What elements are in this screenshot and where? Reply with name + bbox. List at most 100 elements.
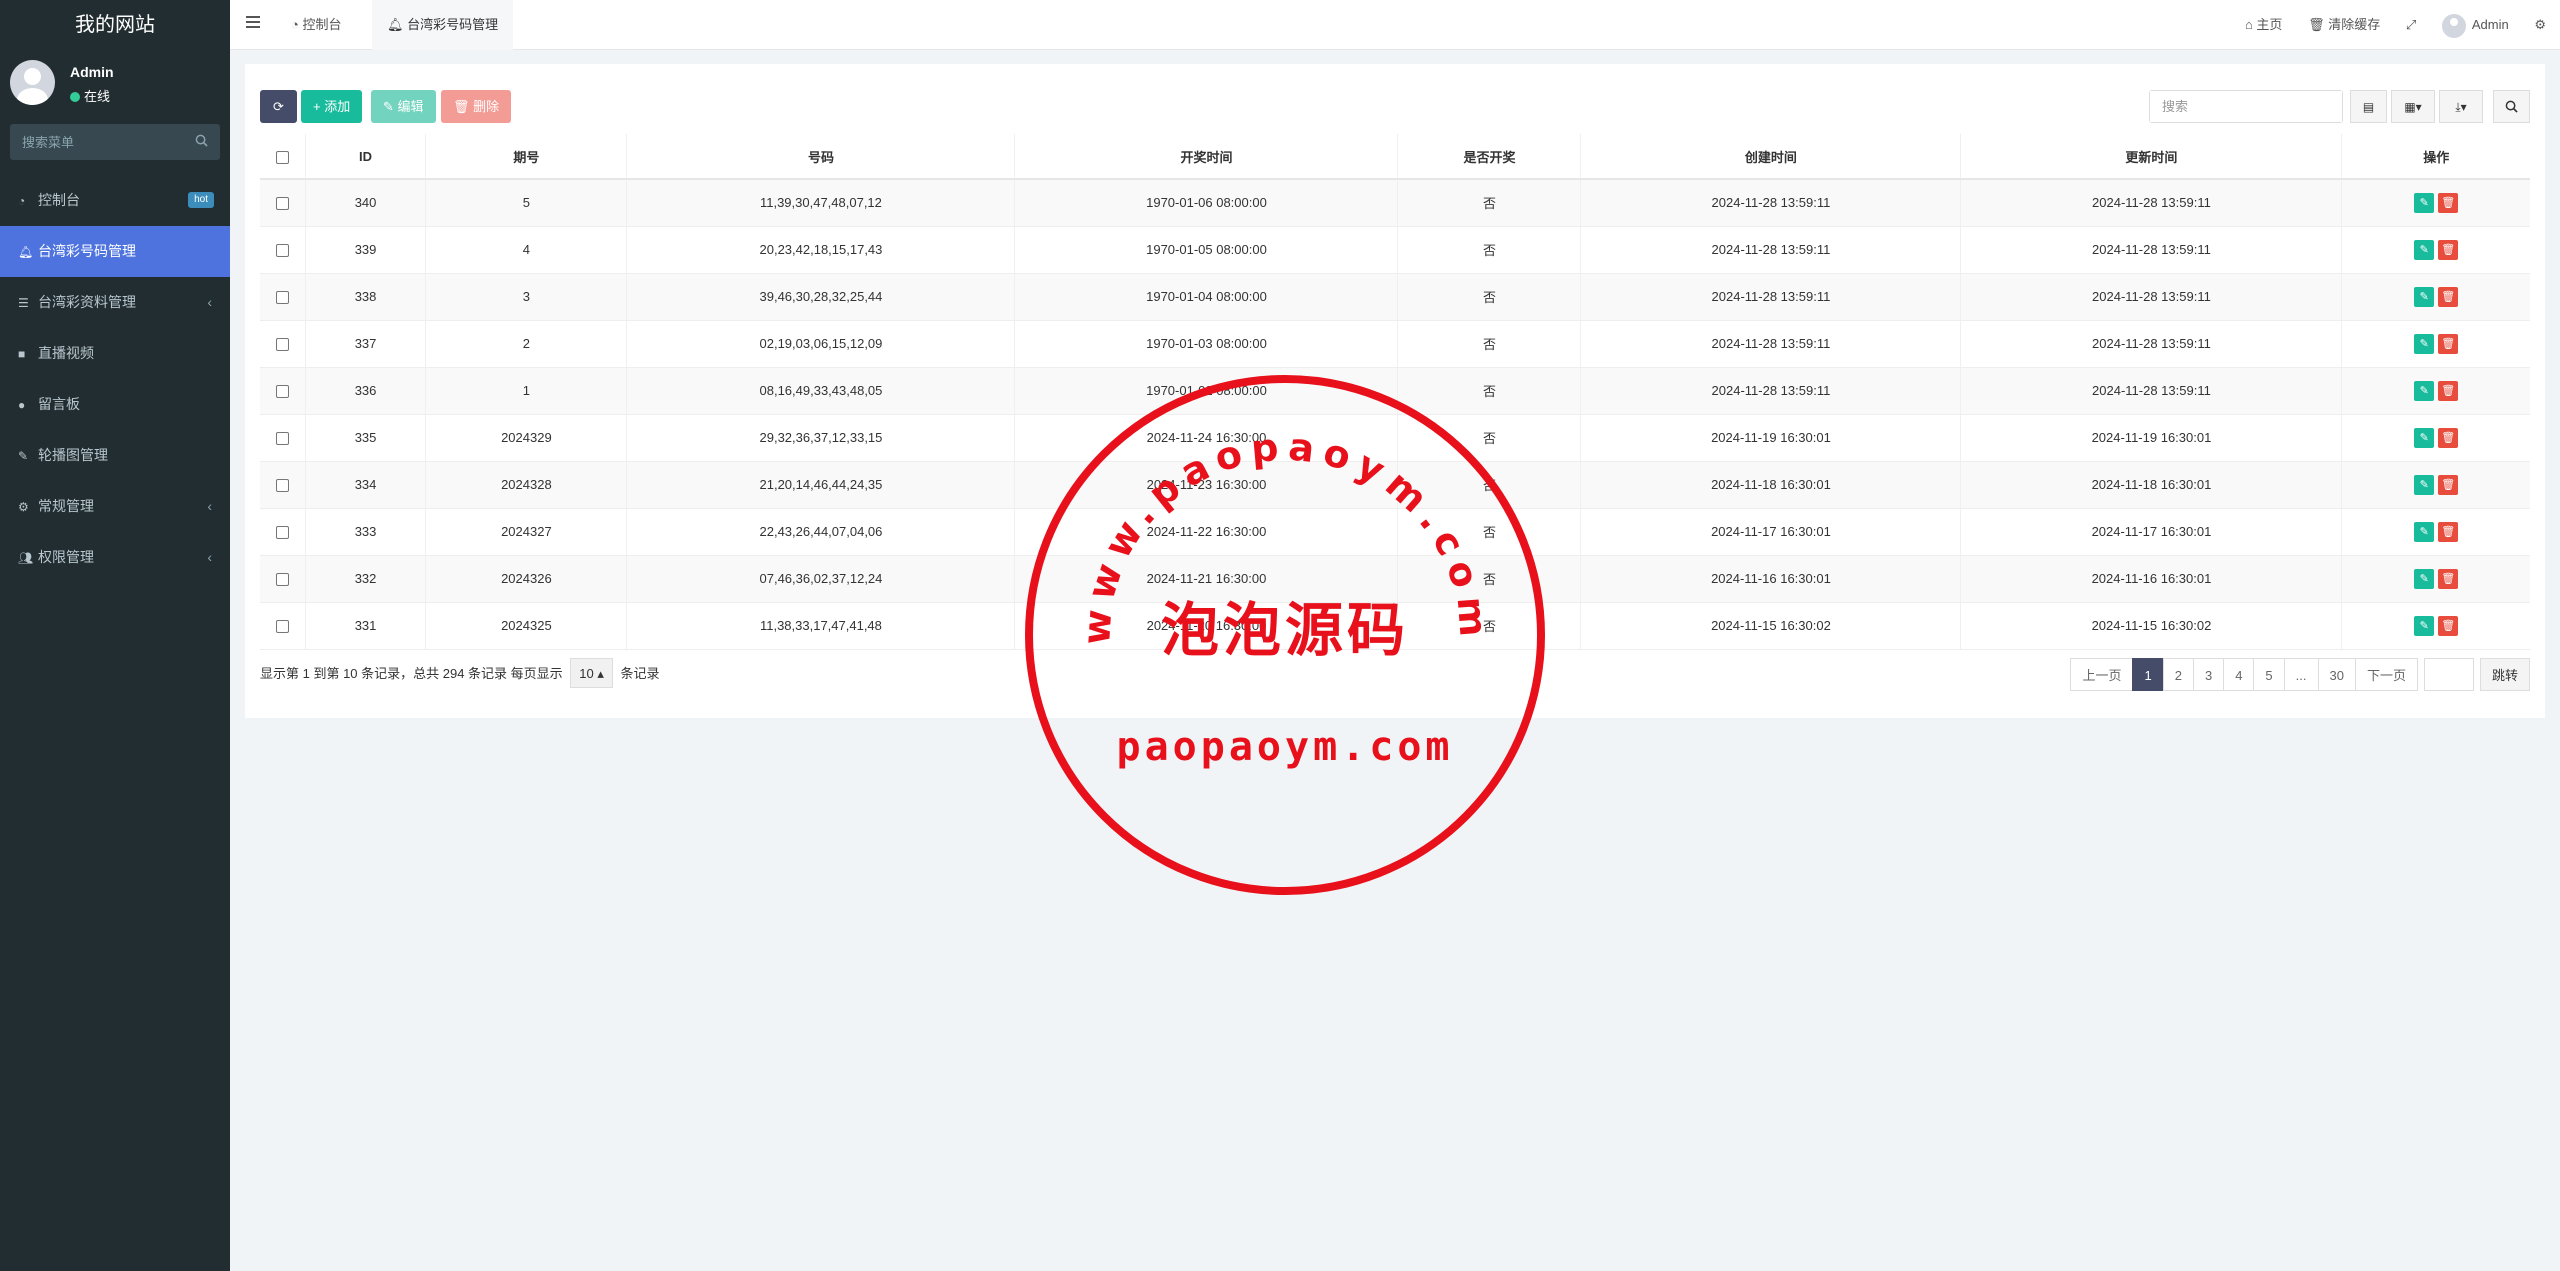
jump-page-input[interactable]: [2423, 658, 2474, 691]
row-edit-button[interactable]: ✎: [2414, 474, 2435, 495]
sidebar-item-lottery-numbers[interactable]: 🔔︎ 台湾彩号码管理: [0, 226, 230, 277]
page-button[interactable]: 30: [2317, 658, 2356, 691]
table-cell: 2024-11-28 13:59:11: [1580, 320, 1962, 368]
row-delete-button[interactable]: 🗑︎: [2438, 380, 2459, 401]
row-select-cell: [260, 555, 306, 603]
table-row[interactable]: 334 2024328 21,20,14,46,44,24,35 2024-11-23…: [260, 461, 2530, 509]
page-button[interactable]: 2: [2162, 658, 2194, 691]
row-delete-button[interactable]: 🗑︎: [2438, 568, 2459, 589]
topbar-right: ⌂ 主页 🗑︎ 清除缓存 ⤢ Admin ⚙: [2245, 0, 2560, 50]
delete-button[interactable]: 🗑︎ 删除: [441, 90, 512, 123]
row-delete-button[interactable]: 🗑︎: [2438, 239, 2459, 260]
sidebar-item-live-video[interactable]: ■ 直播视频: [0, 328, 230, 379]
menu-toggle-icon[interactable]: [246, 16, 260, 30]
column-header[interactable]: 号码: [626, 134, 1016, 180]
column-header[interactable]: ID: [305, 134, 427, 180]
row-delete-button[interactable]: 🗑︎: [2438, 286, 2459, 307]
column-header[interactable]: 开奖时间: [1014, 134, 1399, 180]
table-cell: 333: [305, 508, 427, 556]
table-row[interactable]: 335 2024329 29,32,36,37,12,33,15 2024-11-24…: [260, 414, 2530, 462]
table-cell: 2024-11-18 16:30:01: [1580, 461, 1962, 509]
site-title[interactable]: 我的网站: [0, 0, 230, 50]
table-row[interactable]: 332 2024326 07,46,36,02,37,12,24 2024-11-21…: [260, 555, 2530, 603]
fullscreen-icon[interactable]: ⤢: [2406, 0, 2416, 50]
row-delete-button[interactable]: 🗑︎: [2438, 192, 2459, 213]
row-checkbox[interactable]: [275, 291, 289, 305]
row-edit-button[interactable]: ✎: [2414, 286, 2435, 307]
row-edit-button[interactable]: ✎: [2414, 380, 2435, 401]
table-search-input[interactable]: [2150, 91, 2342, 122]
table-row[interactable]: 331 2024325 11,38,33,17,47,41,48 2024-11-20…: [260, 602, 2530, 650]
row-edit-button[interactable]: ✎: [2414, 239, 2435, 260]
row-delete-button[interactable]: 🗑︎: [2438, 427, 2459, 448]
row-edit-button[interactable]: ✎: [2414, 615, 2435, 636]
table-row[interactable]: 336 1 08,16,49,33,43,48,05 1970-01-02 08:00…: [260, 367, 2530, 415]
page-button[interactable]: 3: [2192, 658, 2225, 691]
sidebar-item-carousel[interactable]: ✎ 轮播图管理: [0, 430, 230, 481]
table-cell: 2024-11-15 16:30:02: [1580, 602, 1962, 650]
sidebar-item-general[interactable]: ⚙ 常规管理 ‹: [0, 481, 230, 532]
refresh-button[interactable]: ⟳: [260, 90, 297, 123]
sidebar-item-lottery-data[interactable]: ☰ 台湾彩资料管理 ‹: [0, 277, 230, 328]
sidebar-item-guestbook[interactable]: ● 留言板: [0, 379, 230, 430]
row-checkbox[interactable]: [275, 479, 289, 493]
page-button[interactable]: 1: [2132, 658, 2164, 691]
clear-cache-button[interactable]: 🗑︎ 清除缓存: [2308, 0, 2380, 50]
row-checkbox[interactable]: [275, 526, 289, 540]
row-delete-button[interactable]: 🗑︎: [2438, 474, 2459, 495]
settings-icon[interactable]: ⚙: [2534, 0, 2546, 50]
home-link[interactable]: ⌂ 主页: [2245, 0, 2282, 50]
jump-button[interactable]: 跳转: [2479, 658, 2530, 691]
column-header[interactable]: 创建时间: [1580, 134, 1962, 180]
next-page-button[interactable]: 下一页: [2354, 658, 2418, 691]
row-delete-button[interactable]: 🗑︎: [2438, 333, 2459, 354]
tab-lottery-numbers[interactable]: 🔔︎ 台湾彩号码管理: [372, 0, 514, 50]
table-row[interactable]: 337 2 02,19,03,06,15,12,09 1970-01-03 08:00…: [260, 320, 2530, 368]
menu-search-input[interactable]: [10, 124, 220, 160]
row-edit-button[interactable]: ✎: [2414, 333, 2435, 354]
table-row[interactable]: 339 4 20,23,42,18,15,17,43 1970-01-05 08:00…: [260, 226, 2530, 274]
select-all-checkbox[interactable]: [275, 150, 289, 164]
sidebar-item-dashboard[interactable]: ◔ 控制台 hot: [0, 175, 230, 226]
toggle-view-button[interactable]: ▤: [2350, 90, 2387, 123]
column-header[interactable]: 是否开奖: [1397, 134, 1582, 180]
export-button[interactable]: ⤓▾: [2439, 90, 2483, 123]
row-checkbox[interactable]: [275, 573, 289, 587]
grid-icon: ▦▾: [2404, 100, 2422, 114]
row-delete-button[interactable]: 🗑︎: [2438, 521, 2459, 542]
column-header[interactable]: 期号: [425, 134, 628, 180]
row-edit-button[interactable]: ✎: [2414, 568, 2435, 589]
page-size-select[interactable]: 10 ▴: [570, 658, 613, 688]
table-row[interactable]: 338 3 39,46,30,28,32,25,44 1970-01-04 08:00…: [260, 273, 2530, 321]
user-name: Admin: [70, 64, 114, 80]
table-cell: 2024-11-28 13:59:11: [1960, 226, 2343, 274]
row-checkbox[interactable]: [275, 432, 289, 446]
user-menu[interactable]: Admin: [2441, 0, 2509, 50]
prev-page-button[interactable]: 上一页: [2070, 658, 2134, 691]
row-edit-button[interactable]: ✎: [2414, 521, 2435, 542]
edit-button[interactable]: ✎ 编辑: [371, 90, 436, 123]
page-button[interactable]: 4: [2223, 658, 2255, 691]
table-row[interactable]: 333 2024327 22,43,26,44,07,04,06 2024-11-22…: [260, 508, 2530, 556]
row-edit-button[interactable]: ✎: [2414, 192, 2435, 213]
user-panel: Admin 在线: [0, 50, 230, 122]
row-checkbox[interactable]: [275, 385, 289, 399]
row-checkbox[interactable]: [275, 620, 289, 634]
table-cell: 02,19,03,06,15,12,09: [626, 320, 1016, 368]
page-button[interactable]: 5: [2253, 658, 2285, 691]
advanced-search-button[interactable]: [2493, 90, 2530, 123]
add-button[interactable]: + 添加: [301, 90, 363, 123]
columns-button[interactable]: ▦▾: [2391, 90, 2435, 123]
row-checkbox[interactable]: [275, 338, 289, 352]
search-icon[interactable]: [195, 134, 208, 147]
row-edit-button[interactable]: ✎: [2414, 427, 2435, 448]
column-header[interactable]: 更新时间: [1960, 134, 2343, 180]
sidebar-item-permissions[interactable]: 👥︎ 权限管理 ‹: [0, 532, 230, 583]
row-checkbox[interactable]: [275, 244, 289, 258]
table-cell: 2024327: [425, 508, 628, 556]
row-delete-button[interactable]: 🗑︎: [2438, 615, 2459, 636]
tab-dashboard[interactable]: ◔ 控制台: [276, 0, 356, 50]
row-checkbox[interactable]: [275, 197, 289, 211]
table-row[interactable]: 340 5 11,39,30,47,48,07,12 1970-01-06 08:00…: [260, 179, 2530, 227]
row-select-cell: [260, 320, 306, 368]
